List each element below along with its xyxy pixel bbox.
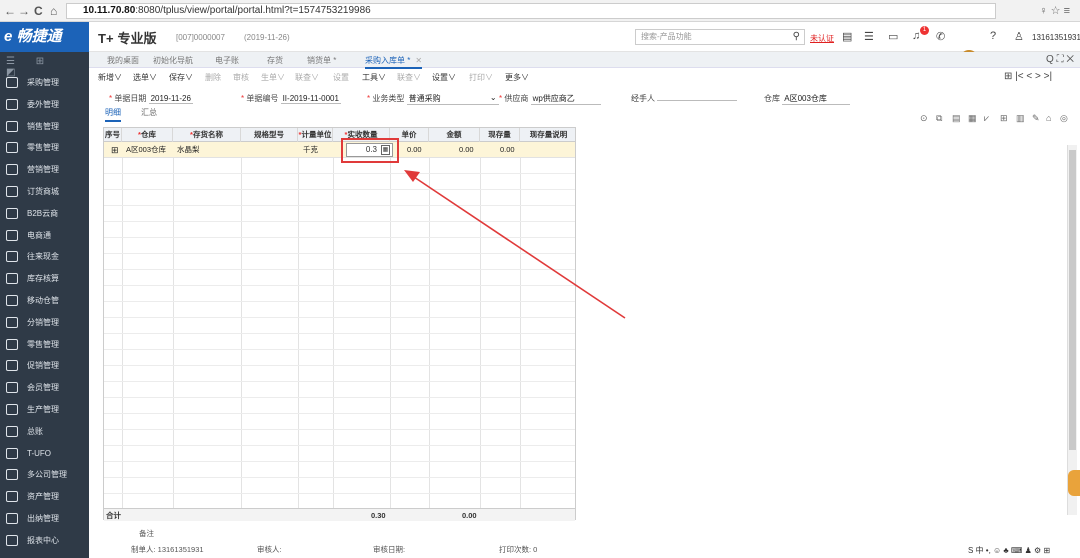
maker-value: 13161351931 bbox=[157, 545, 204, 554]
auditor-field: 审核人: bbox=[257, 545, 282, 554]
form-footer: 备注 制单人: 13161351931 审核人: 审核日期: 打印次数: 0 bbox=[89, 528, 1080, 558]
remark-label: 备注 bbox=[139, 529, 154, 538]
scrollbar[interactable] bbox=[1067, 145, 1077, 515]
scrollbar-thumb[interactable] bbox=[1069, 150, 1076, 450]
system-tray[interactable]: S 中 •, ☺ ♣ ⌨ ♟ ⚙ ⊞ bbox=[968, 545, 1050, 556]
audit-date-field: 审核日期: bbox=[373, 545, 406, 554]
assistant-side-tab[interactable] bbox=[1068, 470, 1080, 496]
annotation-arrow bbox=[404, 170, 626, 319]
print-count-value: 0 bbox=[533, 545, 538, 554]
print-count-field: 打印次数: 0 bbox=[499, 545, 538, 554]
maker-field: 制单人: 13161351931 bbox=[131, 545, 204, 554]
